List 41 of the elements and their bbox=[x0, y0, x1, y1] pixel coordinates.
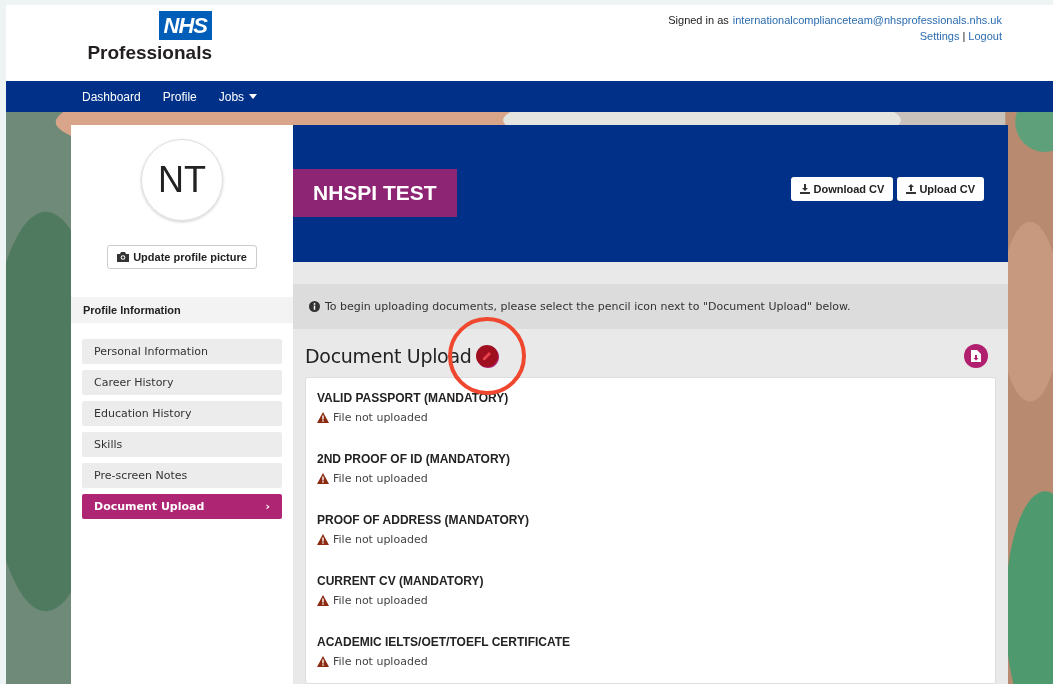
header-link[interactable]: Logout bbox=[968, 30, 1002, 42]
document-name: ACADEMIC IELTS/OET/TOEFL CERTIFICATE bbox=[317, 635, 572, 649]
header-link[interactable]: Settings bbox=[919, 30, 960, 42]
file-download-icon bbox=[971, 349, 981, 362]
update-picture-button[interactable]: Update profile picture bbox=[107, 245, 257, 269]
nav-link[interactable]: Dashboard bbox=[82, 89, 141, 104]
nav-link[interactable]: Jobs bbox=[218, 89, 258, 104]
edit-button[interactable] bbox=[475, 344, 498, 367]
account-email-link[interactable]: internationalcomplianceteam@nhsprofessionals.nhs.uk bbox=[732, 14, 1002, 26]
document-name: VALID PASSPORT (MANDATORY) bbox=[317, 391, 510, 405]
info-icon bbox=[309, 300, 320, 312]
sidebar-item[interactable]: Pre-screen Notes bbox=[82, 463, 282, 488]
camera-icon bbox=[117, 252, 130, 262]
document-name: CURRENT CV (MANDATORY) bbox=[317, 574, 485, 588]
sidebar-item[interactable]: Education History bbox=[82, 401, 282, 426]
sidebar-item[interactable]: Document Upload › bbox=[82, 494, 282, 519]
upload-icon bbox=[906, 184, 917, 195]
download-icon bbox=[800, 184, 811, 195]
caret-icon bbox=[249, 94, 258, 99]
sidebar-item[interactable]: Career History bbox=[82, 370, 282, 395]
document-name: 2ND PROOF OF ID (MANDATORY) bbox=[317, 452, 512, 466]
sidebar-item[interactable]: Skills bbox=[82, 432, 282, 457]
logo-text: Professionals bbox=[86, 42, 212, 64]
nav-link[interactable]: Profile bbox=[162, 89, 197, 104]
document-status: File not uploaded bbox=[333, 594, 428, 607]
logo-badge: NHS bbox=[158, 11, 212, 40]
document-status: File not uploaded bbox=[333, 655, 428, 668]
signed-in-label: Signed in as bbox=[668, 14, 729, 26]
document-status: File not uploaded bbox=[333, 411, 428, 424]
document-status: File not uploaded bbox=[333, 533, 428, 546]
document-status: File not uploaded bbox=[333, 472, 428, 485]
link-separator: | bbox=[962, 30, 966, 42]
document-name: PROOF OF ADDRESS (MANDATORY) bbox=[317, 513, 530, 527]
download-document-button[interactable] bbox=[964, 343, 988, 368]
cv-button[interactable]: Download CV bbox=[791, 177, 894, 202]
sidebar-item[interactable]: Personal Information bbox=[82, 339, 282, 364]
sidebar-heading: Profile Information bbox=[71, 297, 293, 323]
info-message: To begin uploading documents, please select the pencil icon next to "Document Upload" below. bbox=[325, 299, 851, 313]
profile-name: NHSPI TEST bbox=[293, 169, 457, 218]
pencil-icon bbox=[481, 350, 492, 361]
cv-button[interactable]: Upload CV bbox=[897, 177, 984, 202]
